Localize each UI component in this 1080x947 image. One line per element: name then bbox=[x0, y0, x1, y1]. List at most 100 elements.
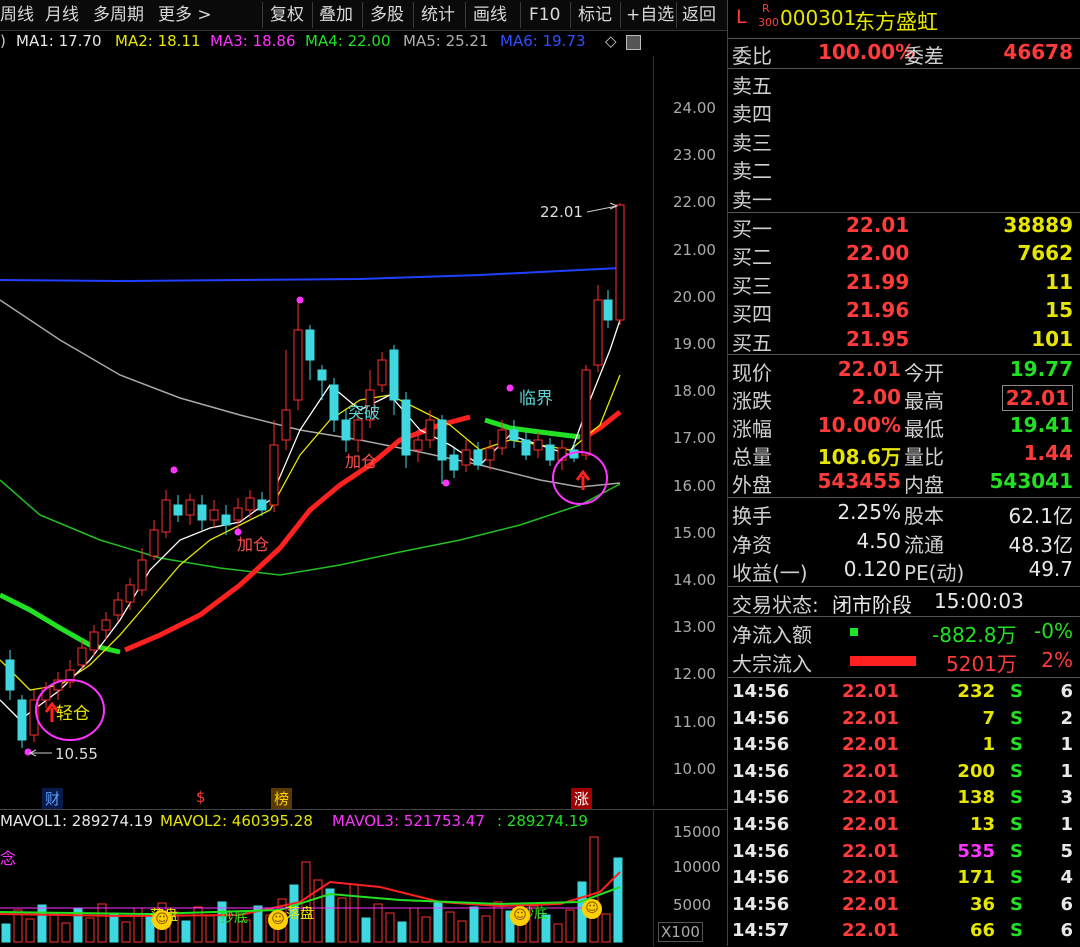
back-button[interactable]: 返回 bbox=[682, 0, 716, 30]
candle-body bbox=[5, 659, 15, 691]
ask-row[interactable]: 卖四 bbox=[728, 98, 1080, 126]
volume-bar bbox=[109, 912, 119, 943]
volume-bar bbox=[337, 897, 347, 943]
level-label: 买三 bbox=[732, 273, 772, 298]
fundamental-row: 换手 2.25% 股本 62.1亿 bbox=[728, 500, 1080, 528]
mark-button[interactable]: 标记 bbox=[578, 0, 612, 30]
candle-body bbox=[293, 329, 303, 401]
ma-legend-paren: ) bbox=[0, 32, 6, 50]
high-leader-line bbox=[586, 202, 619, 213]
candle-body bbox=[437, 419, 447, 461]
candle-body bbox=[615, 204, 625, 321]
net-inflow-bar bbox=[850, 628, 858, 636]
stat-value: 543041 bbox=[989, 469, 1074, 493]
smiley-icon: ☺ bbox=[510, 906, 530, 926]
more-menu-button[interactable]: 更多 > bbox=[158, 0, 212, 30]
vol-axis-label: 5000 bbox=[673, 896, 712, 914]
extreme-marker bbox=[24, 748, 32, 756]
ask-row[interactable]: 卖一 bbox=[728, 184, 1080, 212]
candle-body bbox=[413, 439, 423, 451]
candle-body bbox=[257, 499, 267, 511]
ask-row[interactable]: 卖五 bbox=[728, 70, 1080, 98]
stat-value: 22.01 bbox=[837, 357, 901, 381]
candle-body bbox=[197, 504, 207, 521]
price-axis-label: 24.00 bbox=[673, 99, 716, 117]
tick-side: S bbox=[1010, 734, 1023, 756]
candle-body bbox=[377, 359, 387, 386]
candle-body bbox=[485, 447, 495, 461]
draw-line-button[interactable]: 画线 bbox=[473, 0, 507, 30]
level-label: 卖一 bbox=[732, 187, 772, 212]
price-axis-label: 20.00 bbox=[673, 287, 716, 306]
ask-row[interactable]: 卖二 bbox=[728, 155, 1080, 183]
volume-bar bbox=[397, 921, 407, 943]
diamond-icon[interactable]: ◇ bbox=[605, 32, 617, 50]
tick-row: 14:57 22.01 66 S 6 bbox=[728, 920, 1080, 946]
event-marker-dollar[interactable]: $ bbox=[193, 788, 209, 806]
candle-body bbox=[401, 399, 411, 456]
f10-button[interactable]: F10 bbox=[529, 0, 560, 30]
toolbar-divider bbox=[520, 2, 521, 28]
bid-row[interactable]: 买三 21.99 11 bbox=[728, 270, 1080, 298]
tick-row: 14:56 22.01 200 S 1 bbox=[728, 761, 1080, 787]
level-price: 21.95 bbox=[846, 326, 910, 351]
toolbar-divider bbox=[262, 2, 263, 28]
add-watchlist-button[interactable]: +自选 bbox=[626, 0, 674, 30]
volume-bar bbox=[25, 918, 35, 943]
fundamental-value: 49.7 bbox=[1028, 557, 1073, 581]
candle-body bbox=[509, 429, 519, 441]
volume-bar bbox=[409, 907, 419, 943]
stat-value: 19.41 bbox=[1009, 413, 1073, 437]
window-toggle-icon[interactable] bbox=[626, 35, 641, 50]
tick-count: 3 bbox=[1060, 787, 1073, 809]
tick-price: 22.01 bbox=[842, 760, 899, 782]
bid-row[interactable]: 买二 22.00 7662 bbox=[728, 241, 1080, 269]
bid-row[interactable]: 买四 21.96 15 bbox=[728, 298, 1080, 326]
fundamental-label: 流通 bbox=[904, 532, 944, 557]
ma2-value: MA2: 18.11 bbox=[115, 32, 201, 50]
level-price: 21.99 bbox=[846, 269, 910, 294]
mavol1-value: MAVOL1: 289274.19 bbox=[0, 812, 153, 830]
candle-body bbox=[209, 509, 219, 521]
tick-price: 22.01 bbox=[842, 893, 899, 915]
candlestick-chart[interactable] bbox=[0, 56, 660, 806]
tab-multi-period[interactable]: 多周期 bbox=[93, 0, 144, 30]
fundamental-row: 收益(一) 0.120 PE(动) 49.7 bbox=[728, 557, 1080, 585]
tab-weekly[interactable]: 周线 bbox=[0, 0, 34, 30]
tick-count: 1 bbox=[1060, 734, 1073, 756]
candle-body bbox=[305, 329, 315, 361]
net-inflow-label: 净流入额 bbox=[732, 623, 812, 647]
multi-stock-button[interactable]: 多股 bbox=[370, 0, 404, 30]
stock-code: 000301 bbox=[780, 6, 857, 30]
bid-row[interactable]: 买五 21.95 101 bbox=[728, 327, 1080, 355]
level-label: 卖四 bbox=[732, 102, 772, 127]
tab-monthly[interactable]: 月线 bbox=[45, 0, 79, 30]
trade-status-time: 15:00:03 bbox=[934, 589, 1024, 613]
stat-row: 现价 22.01 今开 19.77 bbox=[728, 357, 1080, 385]
event-marker-earnings[interactable]: 财 bbox=[42, 788, 64, 809]
volume-chart[interactable] bbox=[0, 832, 655, 946]
event-marker-limit-up[interactable]: 涨 bbox=[571, 788, 593, 809]
volume-bar bbox=[469, 906, 479, 943]
bid-row[interactable]: 买一 22.01 38889 bbox=[728, 213, 1080, 241]
tick-volume: 232 bbox=[957, 681, 995, 702]
vol-axis-label: 15000 bbox=[673, 823, 721, 841]
block-inflow-pct: 2% bbox=[1041, 648, 1073, 672]
level-price: 22.01 bbox=[846, 213, 910, 237]
toolbar-divider bbox=[413, 2, 414, 28]
price-axis-label: 22.00 bbox=[673, 193, 716, 212]
ask-row[interactable]: 卖三 bbox=[728, 127, 1080, 155]
critical-label: 临界 bbox=[519, 389, 553, 409]
tick-volume: 36 bbox=[969, 893, 995, 915]
trade-status-row: 交易状态: 闭市阶段 15:00:03 bbox=[728, 589, 1080, 617]
statistics-button[interactable]: 统计 bbox=[421, 0, 455, 30]
candle-body bbox=[113, 599, 123, 616]
trade-status-value: 闭市阶段 bbox=[832, 593, 912, 617]
divider bbox=[728, 68, 1080, 69]
divider bbox=[728, 616, 1080, 617]
event-marker-list[interactable]: 榜 bbox=[271, 788, 293, 809]
candle-body bbox=[473, 449, 483, 466]
overlay-button[interactable]: 叠加 bbox=[319, 0, 353, 30]
restore-rights-button[interactable]: 复权 bbox=[270, 0, 304, 30]
tick-side: S bbox=[1010, 840, 1023, 862]
